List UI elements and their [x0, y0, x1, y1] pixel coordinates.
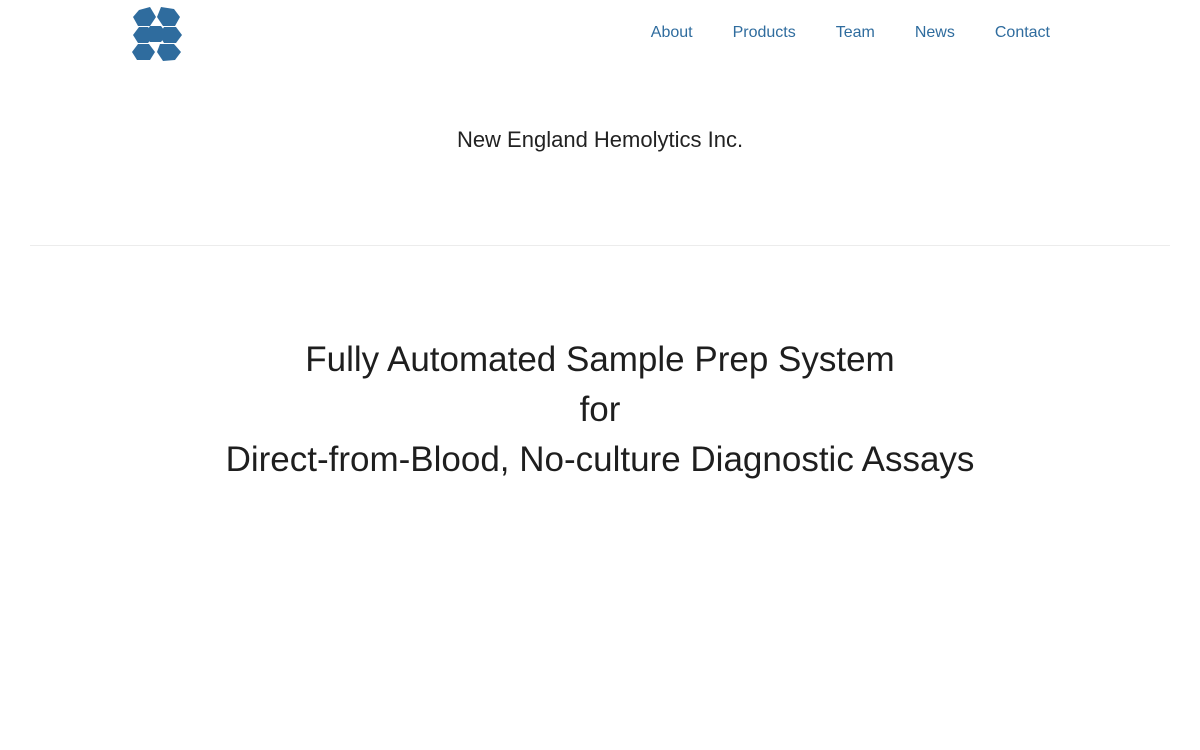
hero-line-1: Fully Automated Sample Prep System: [305, 340, 895, 379]
nav-about[interactable]: About: [651, 22, 693, 44]
nav-products[interactable]: Products: [733, 22, 796, 44]
main-nav: About Products Team News Contact: [651, 22, 1050, 44]
hero-line-2: for: [579, 390, 621, 429]
company-name: New England Hemolytics Inc.: [456, 127, 744, 152]
nav-news[interactable]: News: [915, 22, 955, 44]
page: About Products Team News Contact New Eng…: [0, 0, 1200, 750]
logo-link[interactable]: [129, 6, 187, 62]
nav-contact[interactable]: Contact: [995, 22, 1050, 44]
hero-headline: Fully Automated Sample Prep System for D…: [0, 335, 1200, 485]
header-divider: [30, 245, 1170, 246]
nav-team[interactable]: Team: [836, 22, 875, 44]
hero-line-3: Direct-from-Blood, No-culture Diagnostic…: [225, 440, 975, 479]
hexagon-cluster-logo-icon: [132, 7, 182, 61]
